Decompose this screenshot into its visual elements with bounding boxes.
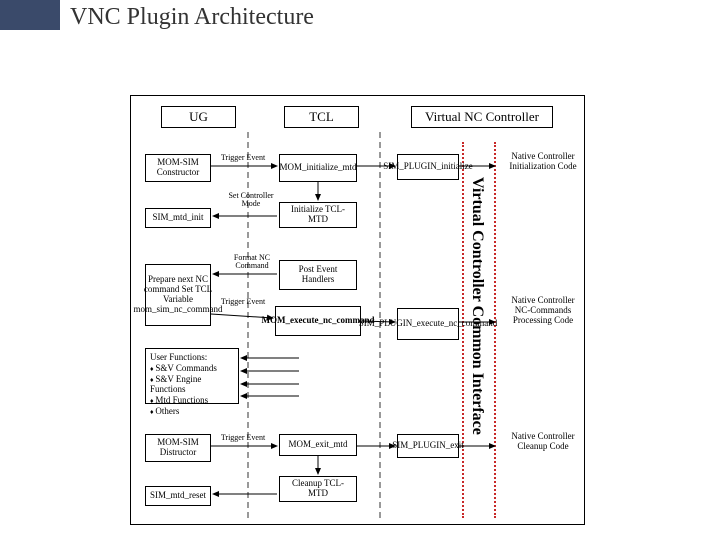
interface-boundary-left [462, 142, 464, 518]
box-mom-sim-distructor: MOM-SIM Distructor [145, 434, 211, 462]
box-cleanup-tcl-mtd: Cleanup TCL-MTD [279, 476, 357, 502]
note-cleanup-code: Native Controller Cleanup Code [507, 432, 579, 452]
box-sim-mtd-reset: SIM_mtd_reset [145, 486, 211, 506]
user-fn-item: S&V Engine Functions [150, 374, 234, 396]
note-init-code: Native Controller Initialization Code [507, 152, 579, 172]
box-mom-exit-mtd: MOM_exit_mtd [279, 434, 357, 456]
column-header-ug: UG [161, 106, 236, 128]
box-sim-mtd-init: SIM_mtd_init [145, 208, 211, 228]
user-functions-title: User Functions: [150, 352, 234, 363]
box-prepare-next: Prepare next NC command Set TCL Variable… [145, 264, 211, 326]
box-mom-execute-nc: MOM_execute_nc_command [275, 306, 361, 336]
label-format-nc-command: Format NC Command [227, 254, 277, 271]
column-divider [247, 132, 249, 518]
header-bar: VNC Plugin Architecture [0, 0, 720, 42]
page-title: VNC Plugin Architecture [70, 4, 314, 31]
column-header-vnc: Virtual NC Controller [411, 106, 553, 128]
user-fn-item: Mtd Functions [150, 395, 234, 406]
label-trigger-event: Trigger Event [215, 434, 271, 442]
label-set-controller-mode: Set Controller Mode [221, 192, 281, 209]
column-header-tcl: TCL [284, 106, 359, 128]
note-proc-code: Native Controller NC-Commands Processing… [507, 296, 579, 326]
logo-square [32, 8, 40, 16]
box-sim-plugin-exit: SIM_PLUGIN_exit [397, 434, 459, 458]
user-fn-item: Others [150, 406, 234, 417]
diagram-frame: UG TCL Virtual NC Controller Virtual Con… [130, 95, 585, 525]
box-sim-plugin-execute: SIM_PLUGIN_execute_nc_command [397, 308, 459, 340]
box-mom-sim-constructor: MOM-SIM Constructor [145, 154, 211, 182]
box-mom-initialize-mtd: MOM_initialize_mtd [279, 154, 357, 182]
label-trigger-event: Trigger Event [215, 154, 271, 162]
box-sim-plugin-initialize: SIM_PLUGIN_initialize [397, 154, 459, 180]
interface-boundary-right [494, 142, 496, 518]
user-fn-item: S&V Commands [150, 363, 234, 374]
box-user-functions: User Functions: S&V Commands S&V Engine … [145, 348, 239, 404]
box-post-event-handlers: Post Event Handlers [279, 260, 357, 290]
box-initialize-tcl-mtd: Initialize TCL-MTD [279, 202, 357, 228]
vertical-interface-label: Virtual Controller Common Interface [468, 146, 486, 466]
logo-square [46, 8, 54, 16]
label-trigger-event: Trigger Event [215, 298, 271, 306]
